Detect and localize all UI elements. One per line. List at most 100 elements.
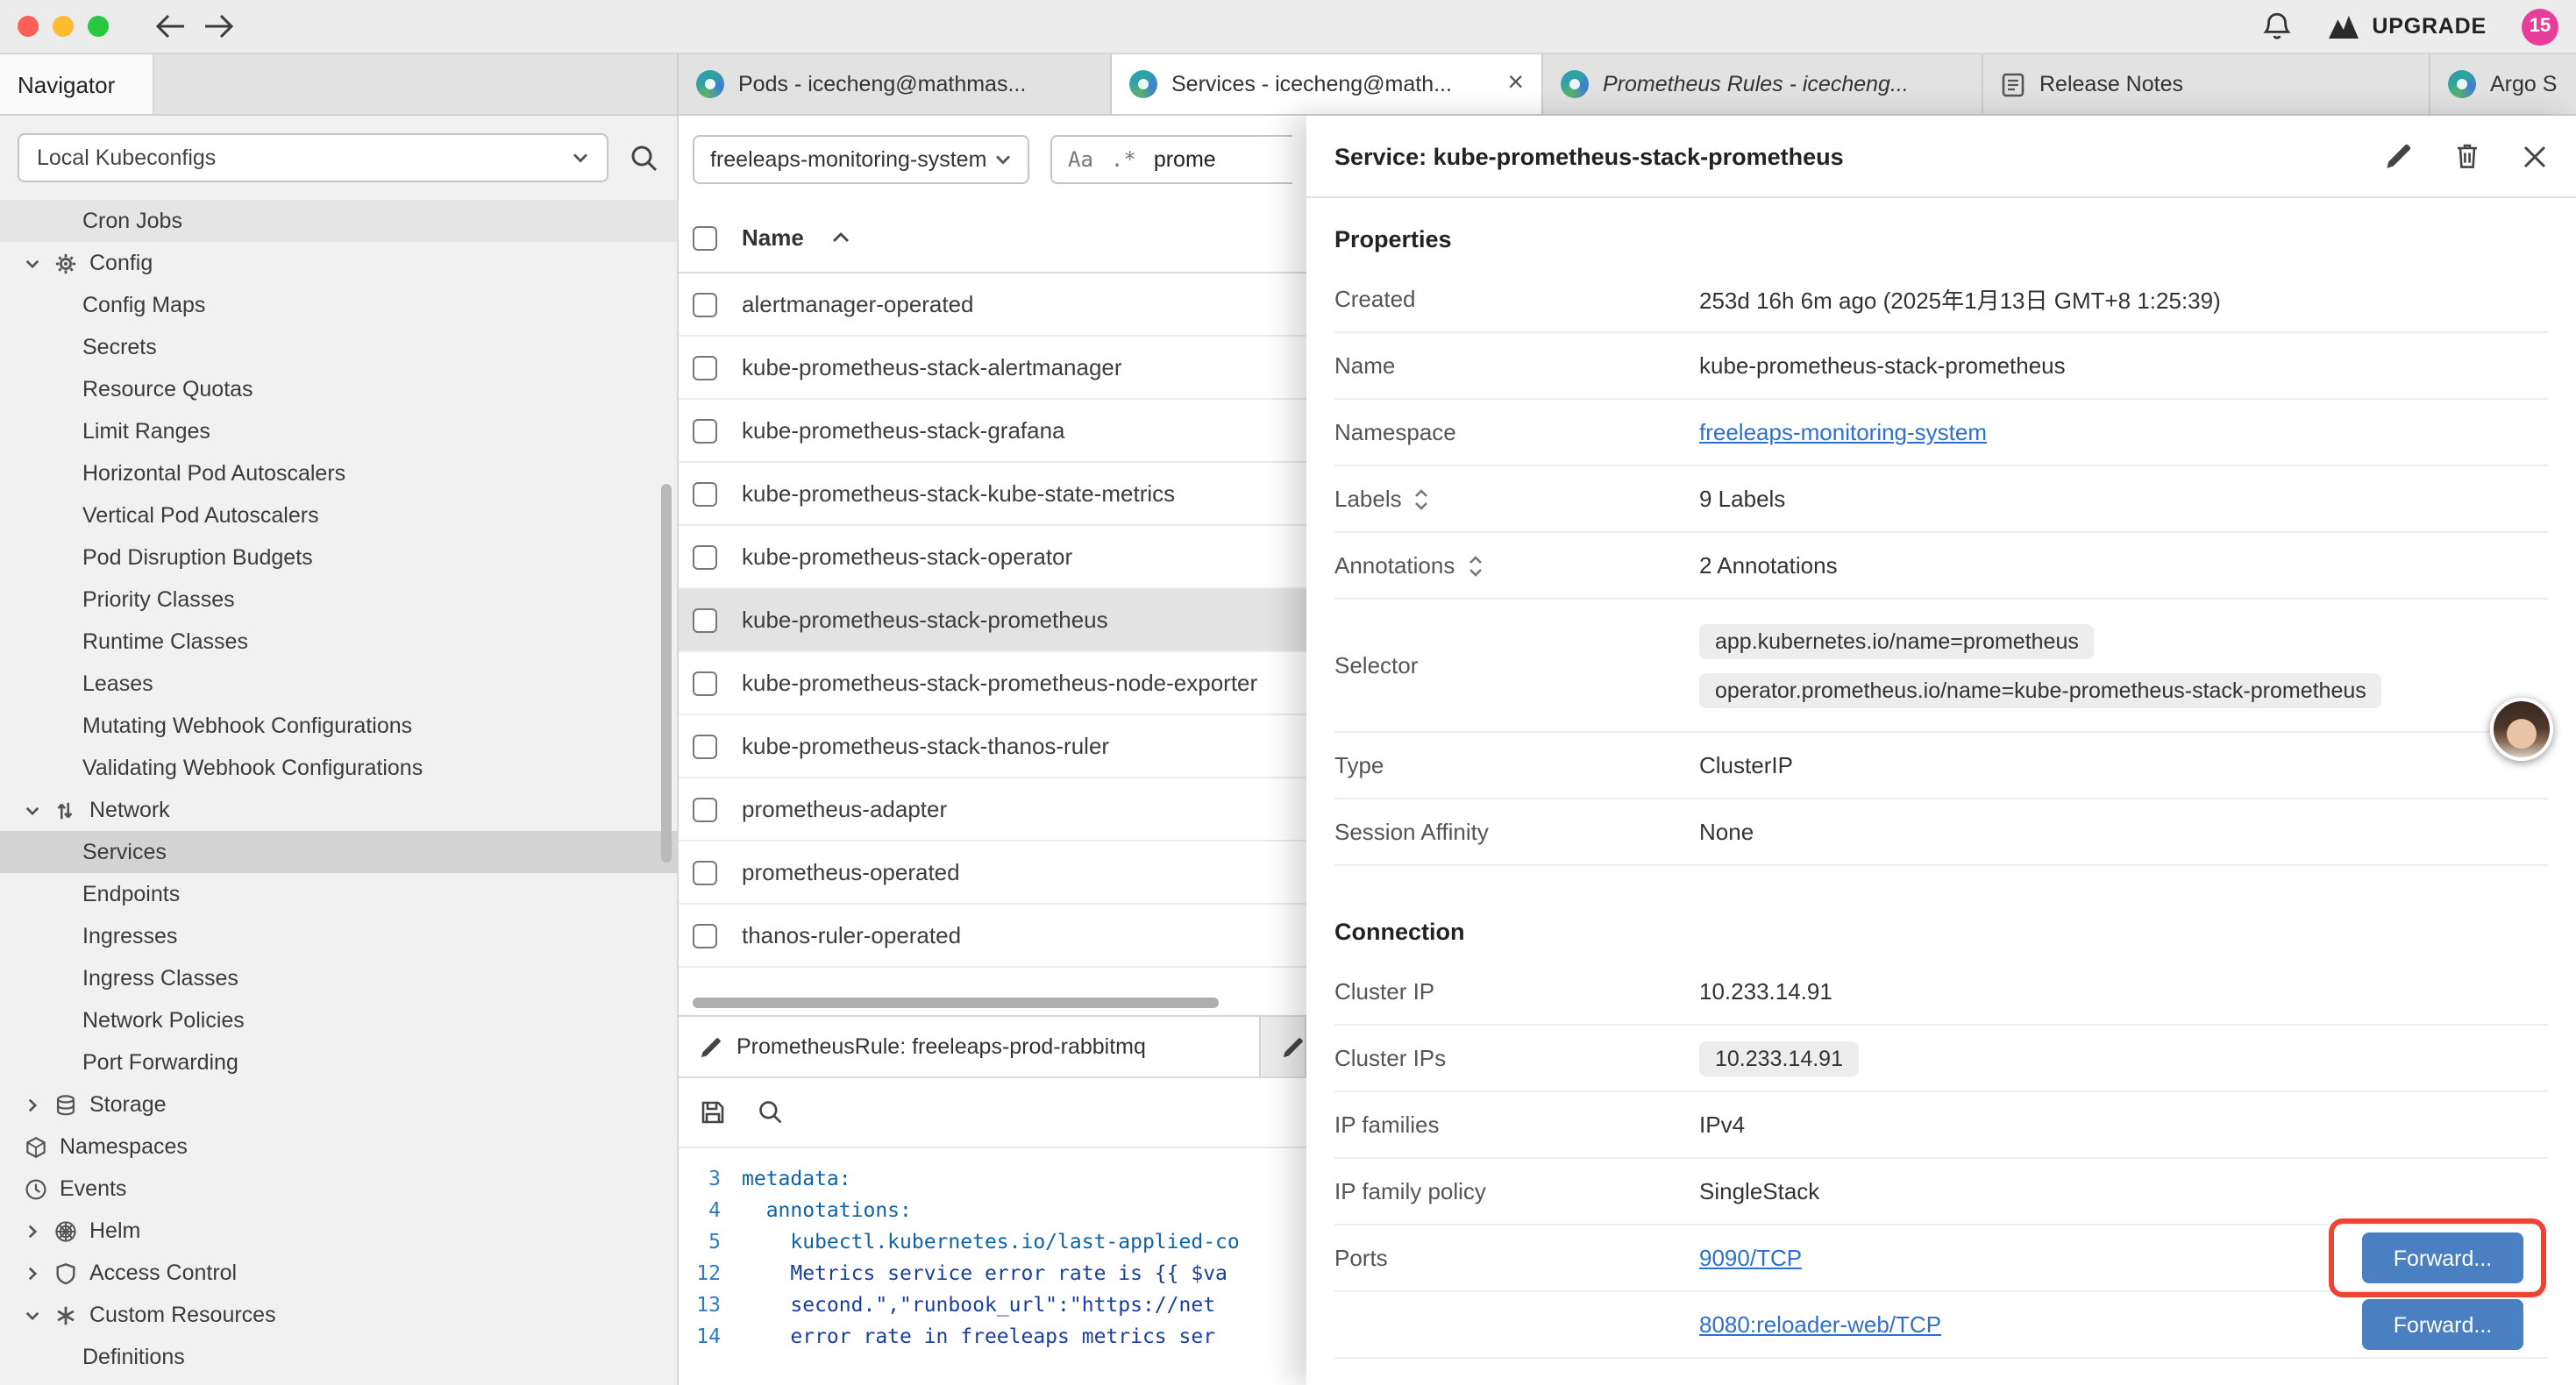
yaml-editor[interactable]: 3metadata:4 annotations:5 kubectl.kubern… [679,1148,1306,1385]
table-row[interactable]: kube-prometheus-stack-alertmanager [679,337,1306,400]
chevron-down-icon[interactable] [23,255,40,271]
tab-prometheus-rules[interactable]: Prometheus Rules - icecheng... [1543,54,1983,114]
upgrade-button[interactable]: UPGRADE [2326,13,2487,39]
sidebar-item-ingress-classes[interactable]: Ingress Classes [0,957,677,999]
row-checkbox[interactable] [693,797,717,821]
sidebar-item-leases[interactable]: Leases [0,663,677,705]
maximize-window-button[interactable] [88,16,109,37]
table-row[interactable]: kube-prometheus-stack-prometheus [679,589,1306,652]
chevron-right-icon[interactable] [23,1097,40,1112]
dock-tab-partial[interactable] [1261,1017,1306,1076]
sidebar-item-validating-webhook-configurations[interactable]: Validating Webhook Configurations [0,747,677,789]
table-row[interactable]: kube-prometheus-stack-operator [679,526,1306,589]
chevron-down-icon[interactable] [23,802,40,818]
sidebar-item-resource-quotas[interactable]: Resource Quotas [0,368,677,410]
namespace-filter-select[interactable]: freeleaps-monitoring-system [693,135,1029,184]
code-line[interactable]: 14 error rate in freeleaps metrics ser [679,1320,1306,1352]
forward-arrow-icon[interactable] [203,14,235,39]
sidebar-item-events[interactable]: Events [0,1168,677,1210]
table-row[interactable]: thanos-ruler-operated [679,905,1306,968]
sidebar-item-services[interactable]: Services [0,831,677,873]
forward-button[interactable]: Forward... [2362,1299,2523,1350]
kubeconfig-selector[interactable]: Local Kubeconfigs [18,133,608,182]
user-avatar[interactable] [2490,698,2553,761]
namespace-link[interactable]: freeleaps-monitoring-system [1699,419,1987,445]
horizontal-scrollbar-thumb[interactable] [693,998,1219,1008]
row-checkbox[interactable] [693,418,717,443]
search-icon[interactable] [758,1099,784,1126]
table-row[interactable]: prometheus-operated [679,842,1306,905]
row-checkbox[interactable] [693,481,717,506]
search-input[interactable]: Aa .* prome [1050,135,1292,184]
row-checkbox[interactable] [693,544,717,569]
edit-pencil-icon[interactable] [2385,142,2413,170]
sidebar-item-mutating-webhook-configurations[interactable]: Mutating Webhook Configurations [0,705,677,747]
horizontal-scrollbar[interactable] [679,991,1306,1015]
expand-updown-icon[interactable] [1467,555,1483,576]
select-all-checkbox[interactable] [693,225,717,250]
sidebar-item-limit-ranges[interactable]: Limit Ranges [0,410,677,452]
sidebar-item-config-maps[interactable]: Config Maps [0,284,677,326]
sidebar-item-namespaces[interactable]: Namespaces [0,1126,677,1168]
sidebar-item-config[interactable]: Config [0,242,677,284]
row-checkbox[interactable] [693,607,717,632]
tab-pods[interactable]: Pods - icecheng@mathmas... [679,54,1112,114]
table-row[interactable]: kube-prometheus-stack-kube-state-metrics [679,463,1306,526]
sidebar-item-network[interactable]: Network [0,789,677,831]
sidebar-item-secrets[interactable]: Secrets [0,326,677,368]
table-row[interactable]: kube-prometheus-stack-thanos-ruler [679,715,1306,778]
sidebar-item-port-forwarding[interactable]: Port Forwarding [0,1041,677,1083]
sidebar-item-priority-classes[interactable]: Priority Classes [0,579,677,621]
sidebar-item-pod-disruption-budgets[interactable]: Pod Disruption Budgets [0,536,677,579]
forward-button[interactable]: Forward... [2362,1232,2523,1283]
sort-ascending-icon[interactable] [832,231,851,244]
tab-argo[interactable]: Argo S [2430,54,2576,114]
sidebar-scrollbar[interactable] [661,484,672,863]
table-row[interactable]: kube-prometheus-stack-prometheus-node-ex… [679,652,1306,715]
sidebar-item-access-control[interactable]: Access Control [0,1252,677,1294]
table-row[interactable]: prometheus-adapter [679,778,1306,842]
chevron-right-icon[interactable] [23,1265,40,1281]
row-checkbox[interactable] [693,860,717,884]
code-line[interactable]: 12 Metrics service error rate is {{ $va [679,1257,1306,1289]
port-link-8080[interactable]: 8080:reloader-web/TCP [1699,1311,1941,1338]
minimize-window-button[interactable] [53,16,74,37]
tab-services[interactable]: Services - icecheng@math... × [1112,54,1543,114]
code-line[interactable]: 5 kubectl.kubernetes.io/last-applied-co [679,1225,1306,1257]
close-tab-icon[interactable]: × [1507,70,1524,98]
sidebar-item-runtime-classes[interactable]: Runtime Classes [0,621,677,663]
sidebar-item-helm[interactable]: Helm [0,1210,677,1252]
code-line[interactable]: 3metadata: [679,1162,1306,1194]
name-column-header[interactable]: Name [742,224,804,251]
close-window-button[interactable] [18,16,39,37]
row-checkbox[interactable] [693,292,717,316]
match-case-toggle[interactable]: Aa [1068,147,1093,172]
sidebar-item-storage[interactable]: Storage [0,1083,677,1126]
table-row[interactable]: alertmanager-operated [679,273,1306,337]
row-checkbox[interactable] [693,923,717,948]
sidebar-item-ingresses[interactable]: Ingresses [0,915,677,957]
expand-updown-icon[interactable] [1414,488,1430,509]
close-icon[interactable] [2522,143,2548,169]
regex-toggle[interactable]: .* [1111,147,1136,172]
notification-count-badge[interactable]: 15 [2522,8,2558,45]
search-icon[interactable] [630,143,659,173]
dock-tab-prometheusrule[interactable]: PrometheusRule: freeleaps-prod-rabbitmq [679,1017,1261,1076]
back-arrow-icon[interactable] [154,14,186,39]
row-checkbox[interactable] [693,734,717,758]
row-checkbox[interactable] [693,355,717,380]
sidebar-item-vertical-pod-autoscalers[interactable]: Vertical Pod Autoscalers [0,494,677,536]
sidebar-item-horizontal-pod-autoscalers[interactable]: Horizontal Pod Autoscalers [0,452,677,494]
navigator-tab[interactable]: Navigator [0,54,154,114]
sidebar-item-endpoints[interactable]: Endpoints [0,873,677,915]
row-checkbox[interactable] [693,671,717,695]
save-icon[interactable] [700,1099,726,1126]
sidebar-item-network-policies[interactable]: Network Policies [0,999,677,1041]
trash-icon[interactable] [2455,142,2480,170]
code-line[interactable]: 13 second.","runbook_url":"https://net [679,1289,1306,1320]
tab-release-notes[interactable]: Release Notes [1983,54,2430,114]
code-line[interactable]: 4 annotations: [679,1194,1306,1225]
sidebar-item-definitions[interactable]: Definitions [0,1336,677,1378]
table-row[interactable]: kube-prometheus-stack-grafana [679,400,1306,463]
chevron-down-icon[interactable] [23,1307,40,1323]
